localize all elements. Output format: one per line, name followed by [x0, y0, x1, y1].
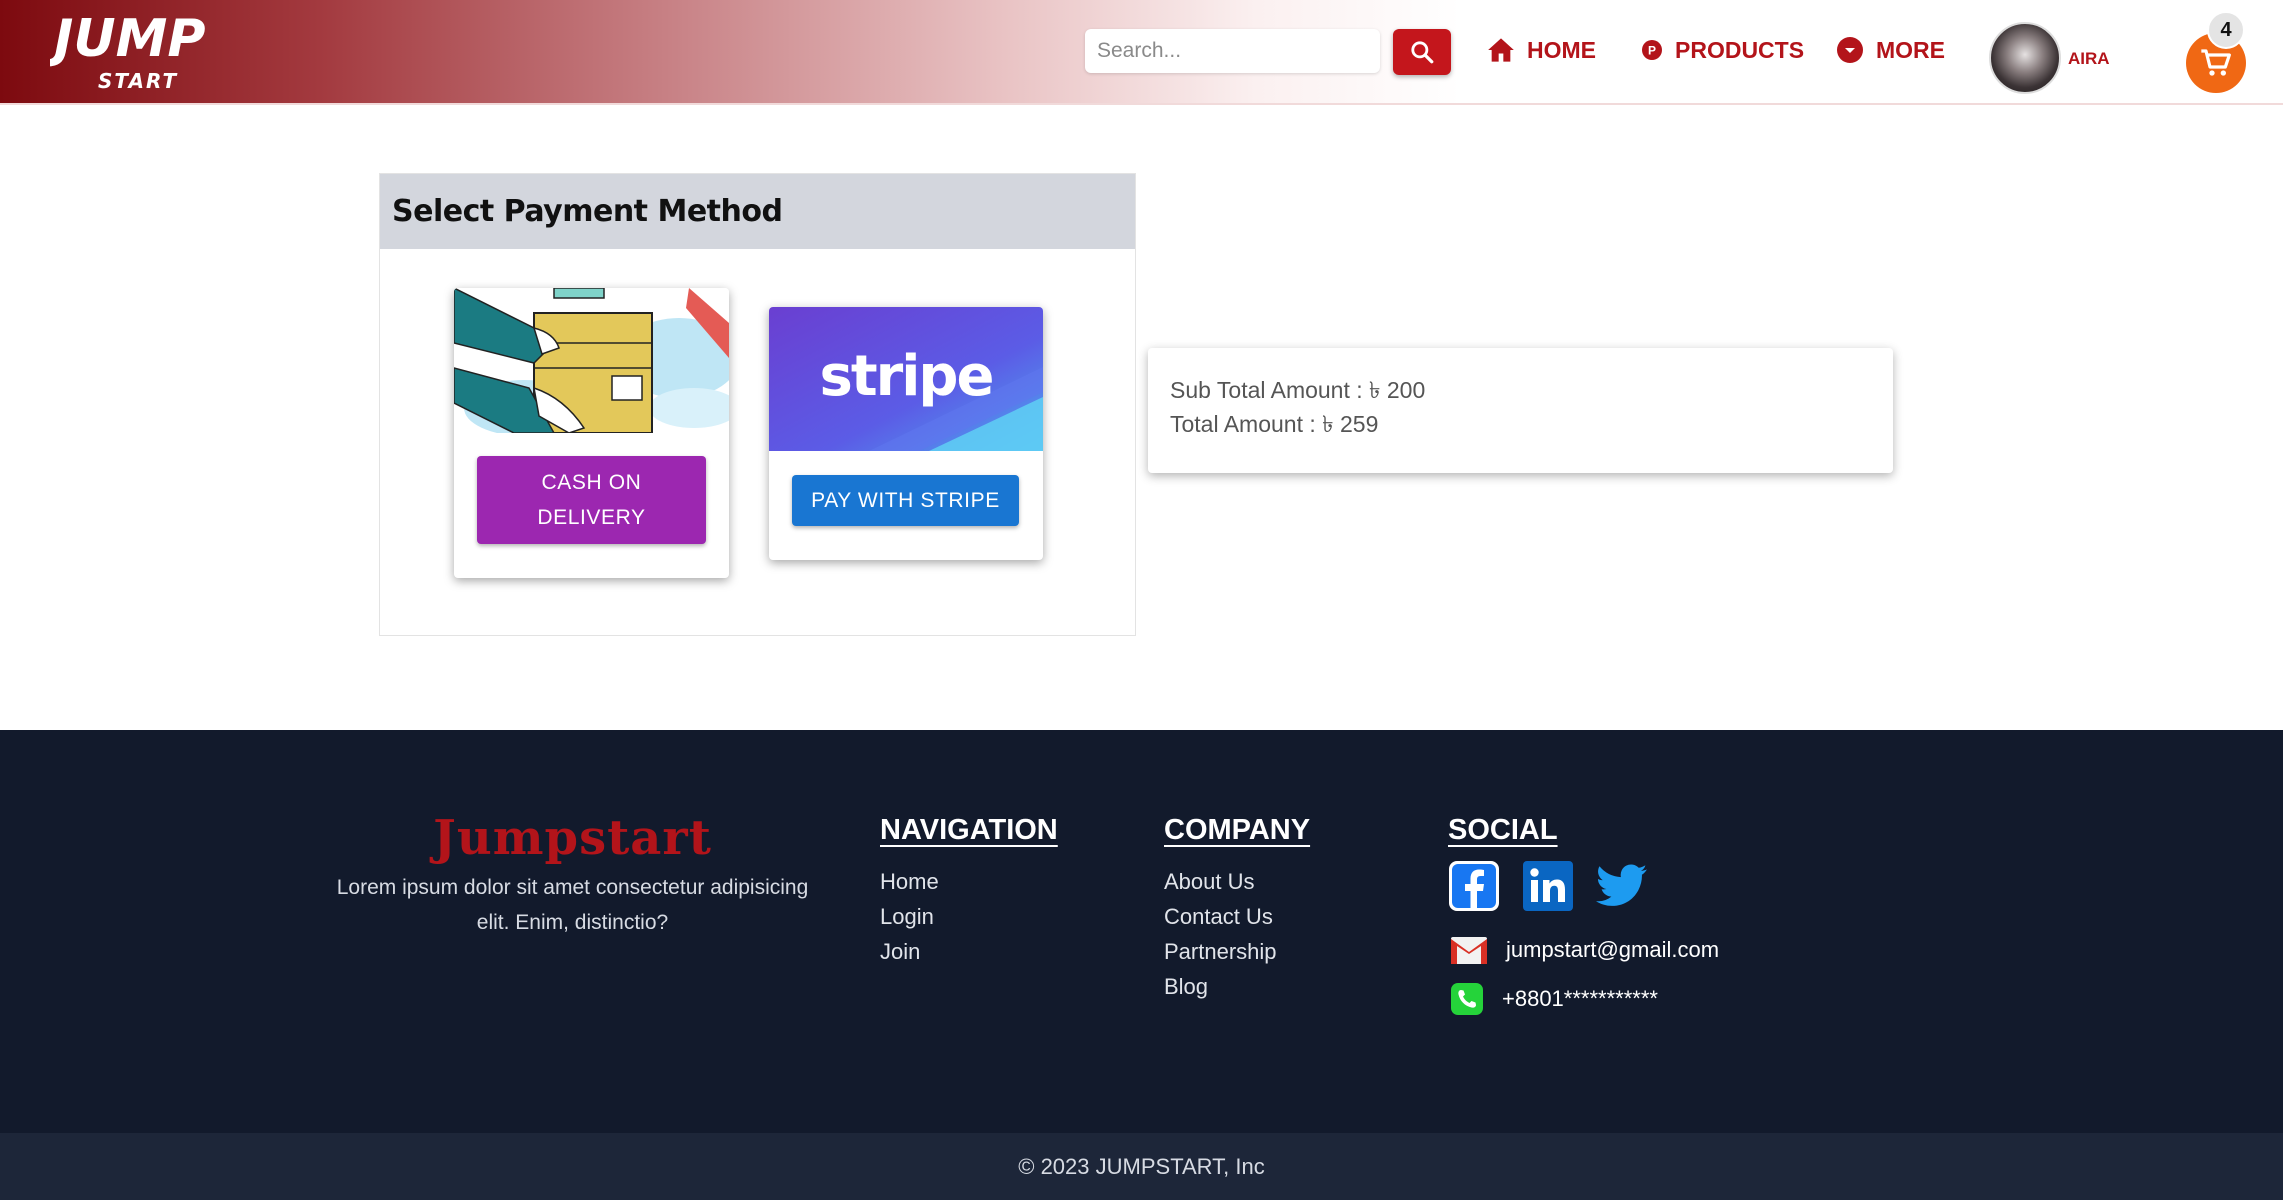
delivery-illustration — [454, 288, 729, 433]
search-input[interactable] — [1085, 29, 1380, 73]
twitter-icon[interactable] — [1596, 864, 1648, 908]
nav-products[interactable]: P PRODUCTS — [1641, 32, 1804, 68]
cart-icon — [2201, 49, 2231, 76]
products-icon: P — [1642, 40, 1662, 60]
footer-link-partnership[interactable]: Partnership — [1164, 934, 1277, 969]
footer-phone-text: +8801*********** — [1502, 986, 1658, 1011]
user-name[interactable]: AIRA — [2068, 49, 2110, 69]
home-icon — [1488, 38, 1514, 62]
copyright-bar: © 2023 JUMPSTART, Inc — [0, 1133, 2283, 1200]
search-icon — [1411, 41, 1434, 64]
footer-link-login[interactable]: Login — [880, 899, 939, 934]
total-amount: Total Amount : ৳ 259 — [1170, 411, 1379, 437]
payment-title: Select Payment Method — [392, 194, 783, 229]
footer-phone[interactable]: +8801*********** — [1450, 982, 1658, 1016]
pay-with-stripe-button[interactable]: PAY WITH STRIPE — [792, 475, 1019, 526]
footer-company-title: COMPANY — [1164, 814, 1311, 846]
nav-products-label: PRODUCTS — [1675, 36, 1805, 63]
footer-navigation-title: NAVIGATION — [880, 814, 1058, 846]
jumpstart-logo[interactable]: JUMP START — [50, 6, 230, 96]
avatar[interactable] — [1989, 22, 2061, 94]
logo-text-top: JUMP — [50, 9, 205, 69]
cart-count-badge: 4 — [2207, 11, 2245, 49]
payment-title-bar: Select Payment Method — [380, 174, 1135, 249]
nav-home[interactable]: HOME — [1487, 32, 1596, 68]
footer-brand-description: Lorem ipsum dolor sit amet consectetur a… — [336, 876, 809, 934]
footer-email[interactable]: jumpstart@gmail.com — [1450, 935, 1719, 965]
social-icons — [1448, 860, 1648, 912]
linkedin-icon[interactable] — [1522, 860, 1574, 912]
footer-link-home[interactable]: Home — [880, 864, 939, 899]
mail-icon — [1451, 937, 1487, 964]
footer-company-links: About Us Contact Us Partnership Blog — [1164, 864, 1277, 1004]
logo-text-bottom: START — [98, 69, 178, 93]
subtotal-amount: Sub Total Amount : ৳ 200 — [1170, 377, 1426, 403]
footer-link-contact-us[interactable]: Contact Us — [1164, 899, 1277, 934]
copyright-text: © 2023 JUMPSTART, Inc — [1018, 1153, 1265, 1179]
nav-more[interactable]: MORE — [1836, 32, 1945, 68]
facebook-icon[interactable] — [1448, 860, 1500, 912]
cod-card: CASH ON DELIVERY — [454, 288, 729, 578]
cash-on-delivery-button[interactable]: CASH ON DELIVERY — [477, 456, 706, 544]
nav-more-label: MORE — [1876, 36, 1945, 63]
footer-social-title: SOCIAL — [1448, 814, 1558, 846]
order-total-card: Sub Total Amount : ৳ 200 Total Amount : … — [1148, 348, 1893, 473]
svg-text:P: P — [1648, 44, 1656, 58]
search-button[interactable] — [1393, 29, 1451, 75]
stripe-banner: stripe — [769, 307, 1043, 451]
phone-icon — [1451, 983, 1483, 1015]
stripe-card: stripe PAY WITH STRIPE — [769, 307, 1043, 560]
footer-navigation-links: Home Login Join — [880, 864, 939, 969]
footer-link-about-us[interactable]: About Us — [1164, 864, 1277, 899]
footer-brand-name: Jumpstart — [433, 810, 712, 866]
footer-email-text: jumpstart@gmail.com — [1506, 937, 1720, 962]
top-header: JUMP START HOME P PRODUCTS MORE AIRA — [0, 0, 2283, 105]
footer-link-blog[interactable]: Blog — [1164, 969, 1277, 1004]
stripe-logo-text: stripe — [820, 344, 993, 409]
footer-brand: Jumpstart Lorem ipsum dolor sit amet con… — [320, 810, 825, 940]
chevron-down-icon — [1837, 37, 1863, 63]
footer-link-join[interactable]: Join — [880, 934, 939, 969]
nav-home-label: HOME — [1527, 36, 1596, 63]
